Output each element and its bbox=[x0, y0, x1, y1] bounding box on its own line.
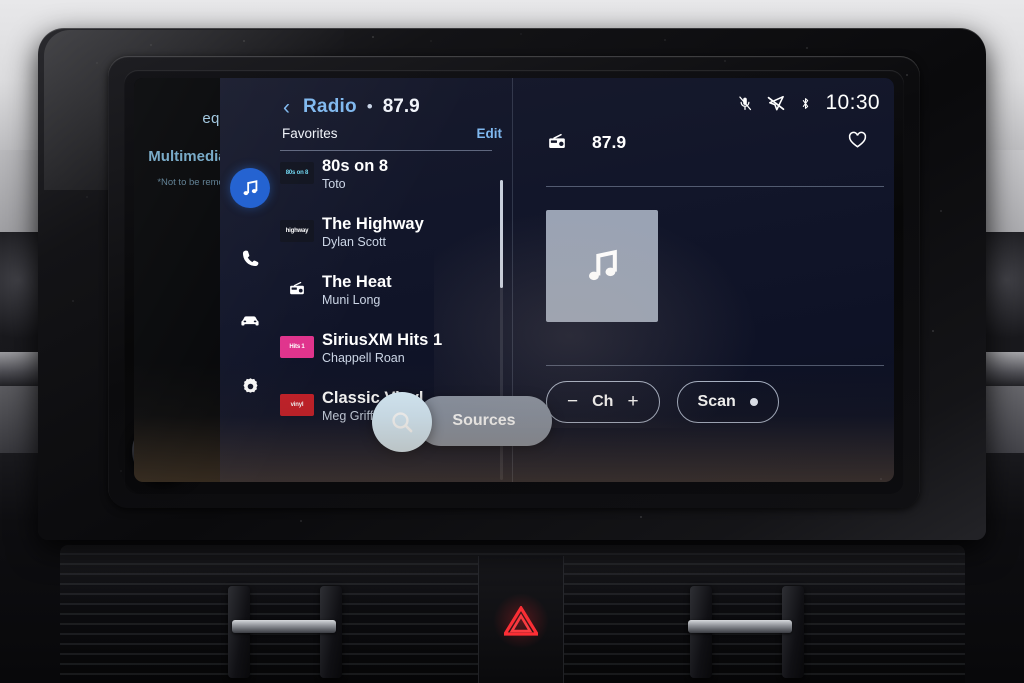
station-name: The Highway bbox=[322, 215, 424, 233]
dust-speck bbox=[664, 39, 666, 41]
heart-outline-icon bbox=[848, 131, 867, 148]
scan-label: Scan bbox=[697, 393, 736, 410]
sidebar-item-settings[interactable] bbox=[230, 366, 270, 406]
search-button[interactable] bbox=[372, 392, 432, 452]
vent-slat bbox=[60, 553, 965, 555]
album-art bbox=[546, 210, 658, 322]
app-header: ‹ Radio • 87.9 bbox=[280, 90, 420, 124]
dust-speck bbox=[880, 478, 882, 480]
sidebar-item-vehicle[interactable] bbox=[230, 300, 270, 340]
dust-speck bbox=[806, 47, 808, 49]
app-sidebar bbox=[220, 78, 280, 482]
station-name: The Heat bbox=[322, 273, 392, 291]
back-button[interactable]: ‹ bbox=[280, 97, 293, 118]
station-artist: Dylan Scott bbox=[322, 235, 386, 249]
station-text: The Highway Dylan Scott bbox=[322, 214, 424, 251]
channel-stepper[interactable]: − Ch + bbox=[546, 381, 660, 423]
phone-icon bbox=[242, 250, 258, 266]
radio-app: ‹ Radio • 87.9 10:30 Favorites Edit 80s … bbox=[220, 78, 894, 482]
dust-speck bbox=[640, 516, 642, 518]
scrollbar-thumb[interactable] bbox=[500, 180, 503, 288]
car-icon bbox=[241, 316, 259, 326]
station-logo: Hits 1 bbox=[280, 336, 314, 358]
edit-button[interactable]: Edit bbox=[477, 126, 503, 141]
dust-speck bbox=[372, 36, 374, 38]
station-text: SiriusXM Hits 1 Chappell Roan bbox=[322, 330, 442, 367]
favorite-toggle[interactable] bbox=[847, 130, 868, 155]
station-artist: Toto bbox=[322, 177, 346, 191]
station-name: 80s on 8 bbox=[322, 157, 389, 175]
station-logo: highway bbox=[280, 220, 314, 242]
station-logo: vinyl bbox=[280, 394, 314, 416]
dust-speck bbox=[300, 520, 302, 522]
playback-controls: − Ch + Scan bbox=[546, 381, 779, 423]
dust-speck bbox=[120, 470, 122, 472]
sidebar-item-media[interactable] bbox=[230, 168, 270, 208]
dust-speck bbox=[430, 40, 432, 42]
radio-receiver-icon bbox=[280, 278, 314, 300]
now-playing-frequency: 87.9 bbox=[592, 131, 627, 152]
dust-speck bbox=[940, 210, 942, 212]
sources-button[interactable]: Sources bbox=[416, 396, 552, 446]
favorites-divider bbox=[280, 150, 492, 151]
favorite-item[interactable]: Hits 1 SiriusXM Hits 1 Chappell Roan bbox=[280, 330, 502, 388]
favorite-item[interactable]: highway The Highway Dylan Scott bbox=[280, 214, 502, 272]
scan-button[interactable]: Scan bbox=[676, 381, 779, 423]
dust-speck bbox=[243, 40, 245, 42]
sidebar-item-phone[interactable] bbox=[230, 238, 270, 278]
dust-speck bbox=[724, 60, 726, 62]
now-playing-header: 87.9 bbox=[546, 128, 872, 156]
channel-label: Ch bbox=[592, 393, 614, 410]
infotainment-photo: VOL equipped with Multimedia Screen Prot… bbox=[0, 0, 1024, 683]
dust-speck bbox=[86, 196, 88, 198]
favorites-title: Favorites bbox=[282, 126, 338, 141]
vent-trim-left bbox=[232, 620, 336, 633]
favorites-header: Favorites Edit bbox=[280, 126, 512, 152]
gear-icon bbox=[243, 377, 257, 393]
dust-speck bbox=[96, 62, 98, 64]
dust-speck bbox=[520, 33, 522, 35]
favorite-item[interactable]: 80s on 8 80s on 8 Toto bbox=[280, 156, 502, 214]
search-icon bbox=[392, 412, 413, 433]
station-artist: Chappell Roan bbox=[322, 351, 405, 365]
dust-speck bbox=[906, 74, 908, 76]
channel-up-button[interactable]: + bbox=[627, 391, 638, 413]
station-artist: Muni Long bbox=[322, 293, 381, 307]
station-name: SiriusXM Hits 1 bbox=[322, 331, 443, 349]
hazard-light-button[interactable] bbox=[492, 594, 550, 648]
channel-down-button[interactable]: − bbox=[567, 391, 578, 413]
hazard-glow bbox=[492, 594, 550, 648]
now-playing-divider-bottom bbox=[546, 365, 884, 366]
header-separator: • bbox=[366, 97, 373, 116]
scan-status-dot bbox=[749, 398, 758, 406]
header-frequency: 87.9 bbox=[382, 96, 420, 117]
music-note-icon bbox=[243, 180, 258, 196]
dust-speck bbox=[150, 44, 152, 46]
station-logo: 80s on 8 bbox=[280, 162, 314, 184]
vent-trim-right bbox=[688, 620, 792, 633]
now-playing-panel: 87.9 − Ch + Scan bbox=[520, 78, 894, 482]
touchscreen-display[interactable]: equipped with Multimedia Screen Protecto… bbox=[134, 78, 894, 482]
music-note-icon bbox=[588, 249, 617, 281]
station-text: The Heat Muni Long bbox=[322, 272, 392, 309]
page-title: Radio bbox=[303, 96, 357, 117]
dust-speck bbox=[72, 300, 74, 302]
favorite-item[interactable]: The Heat Muni Long bbox=[280, 272, 502, 330]
radio-receiver-icon bbox=[549, 133, 565, 148]
station-text: 80s on 8 Toto bbox=[322, 156, 388, 193]
dust-speck bbox=[932, 330, 934, 332]
now-playing-divider-top bbox=[546, 186, 884, 187]
